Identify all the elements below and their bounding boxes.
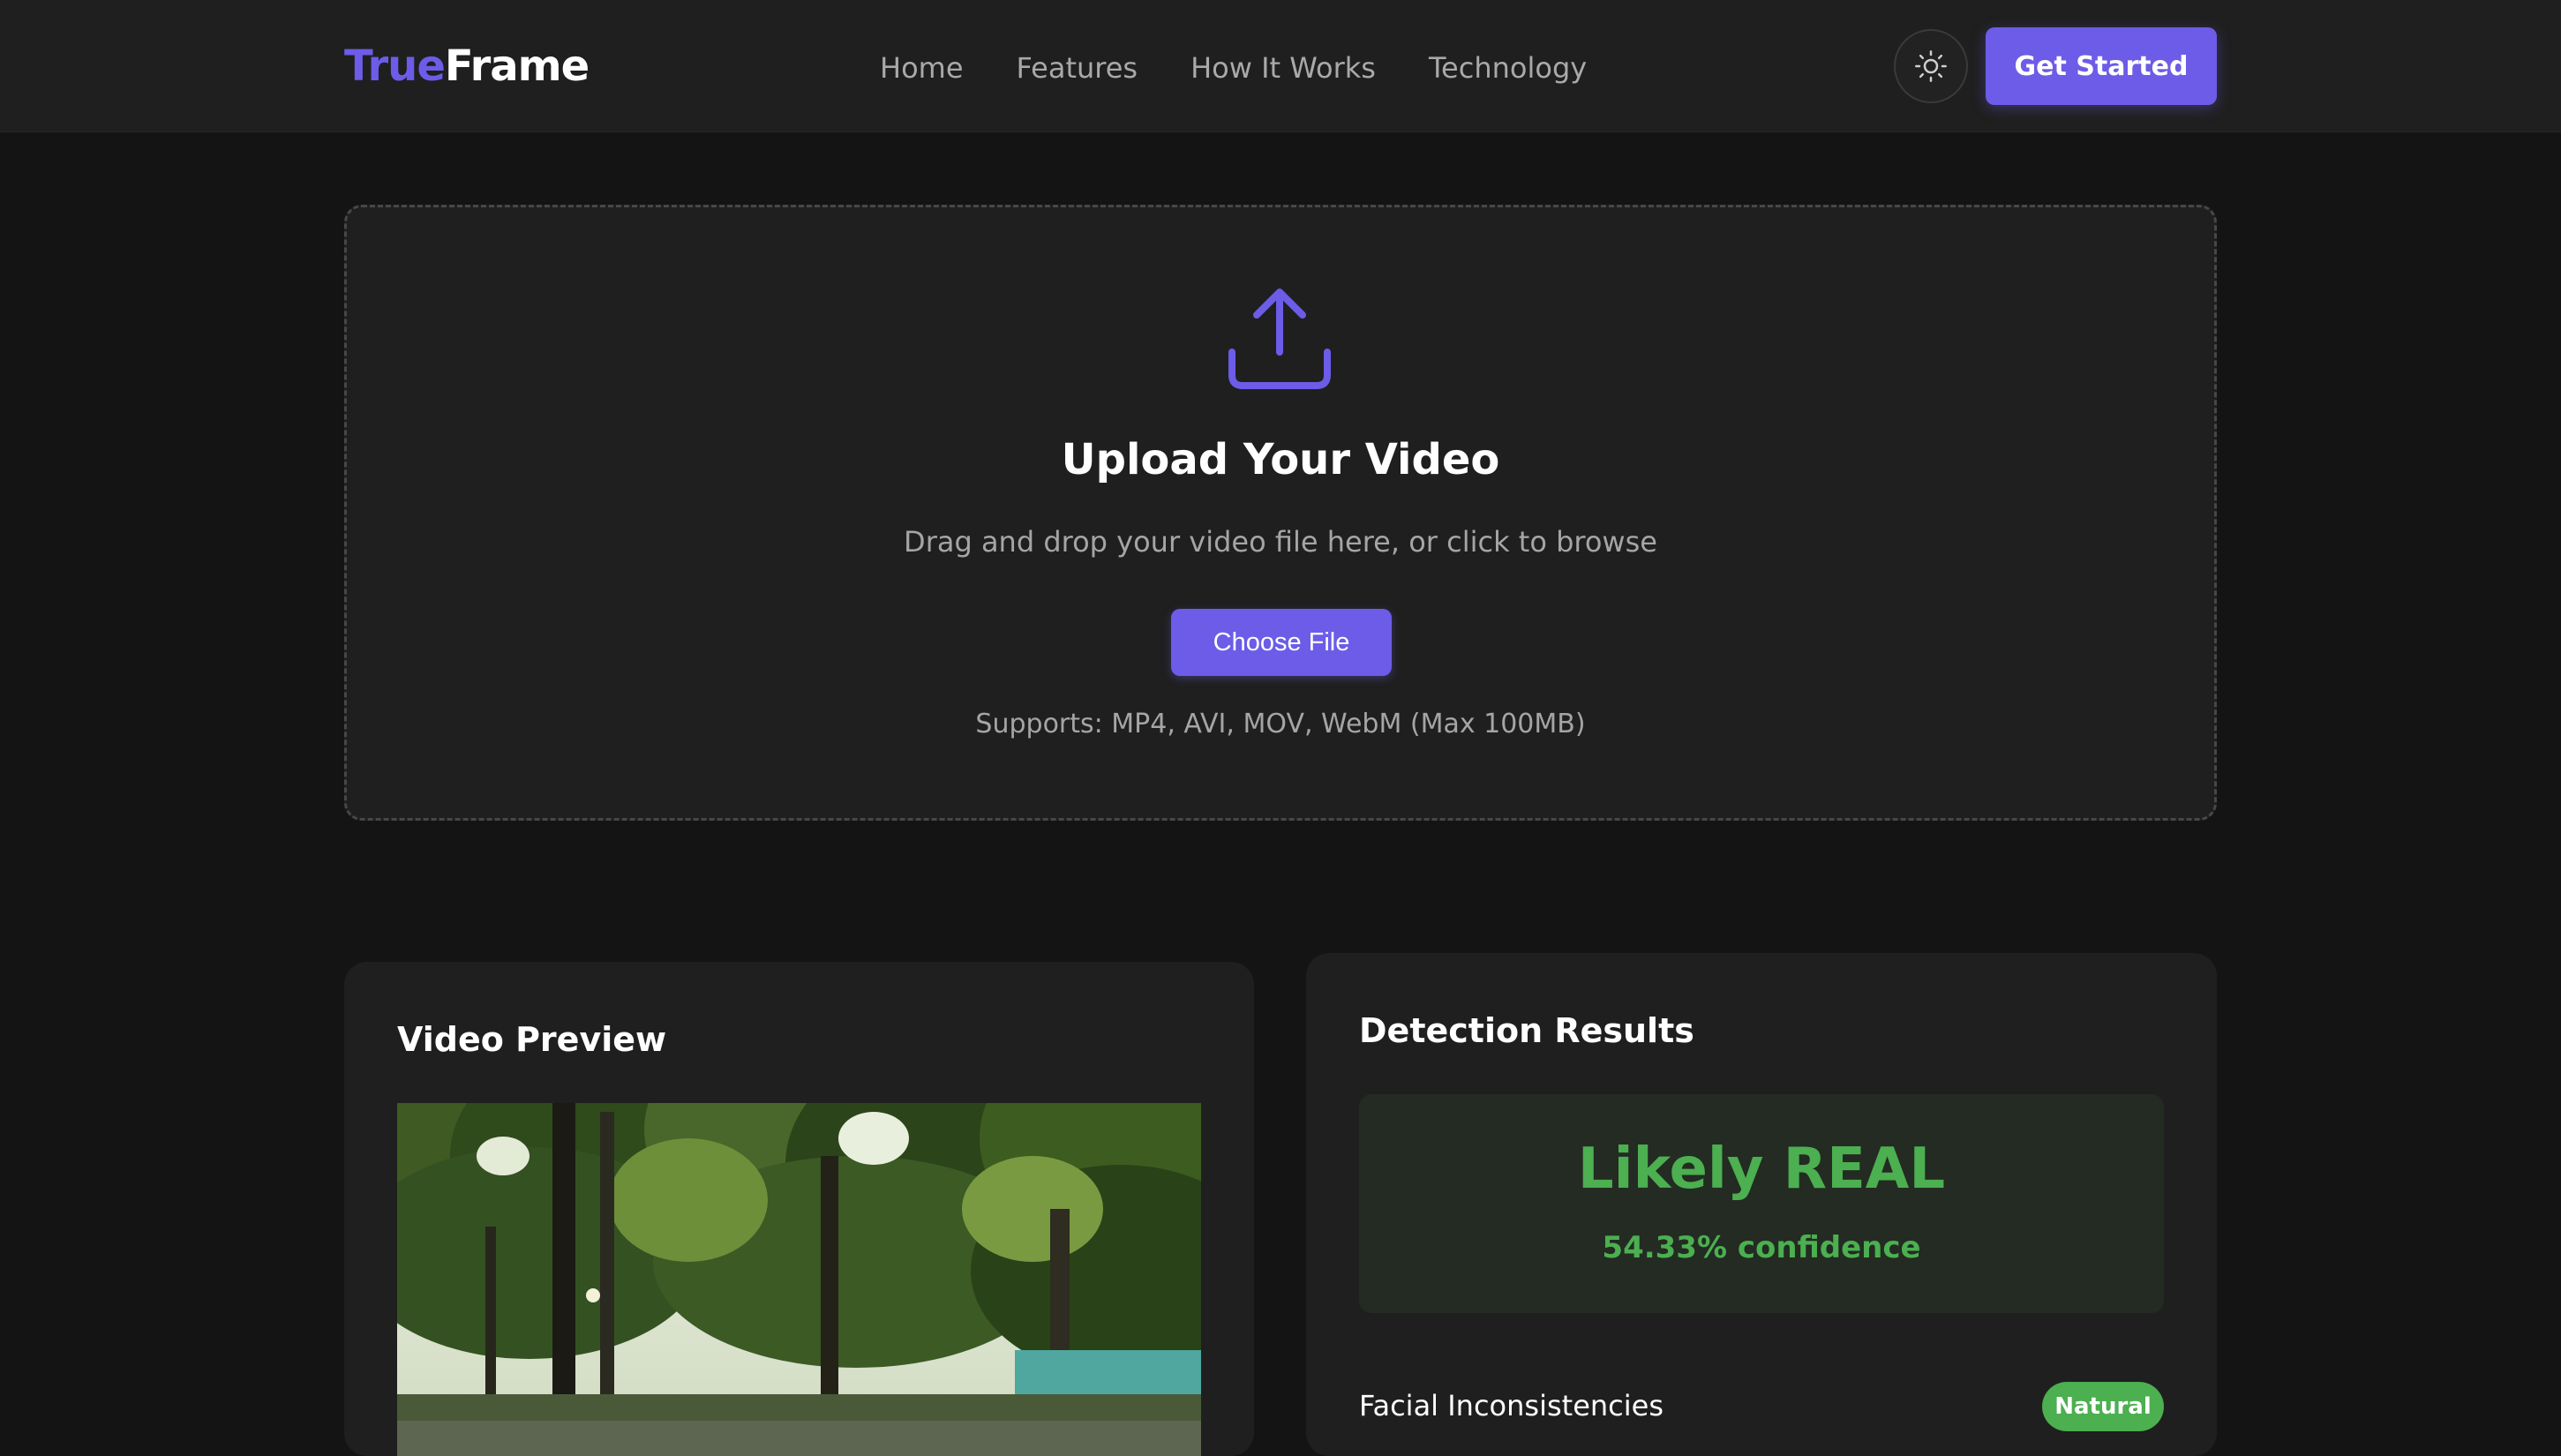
verdict-panel: Likely REAL 54.33% confidence bbox=[1359, 1094, 2164, 1313]
sun-icon bbox=[1915, 50, 1947, 82]
verdict-label: Likely REAL bbox=[1577, 1137, 1946, 1202]
confidence-value: 54.33% confidence bbox=[1602, 1230, 1921, 1265]
nav-link-features[interactable]: Features bbox=[1017, 51, 1138, 85]
nav-link-technology[interactable]: Technology bbox=[1429, 51, 1587, 85]
supported-formats-note: Supports: MP4, AVI, MOV, WebM (Max 100MB… bbox=[975, 709, 1586, 739]
nav-link-home[interactable]: Home bbox=[880, 51, 964, 85]
top-navbar: TrueFrame Home Features How It Works Tec… bbox=[0, 0, 2561, 132]
metric-label: Facial Inconsistencies bbox=[1359, 1389, 1664, 1422]
nav-link-how-it-works[interactable]: How It Works bbox=[1190, 51, 1376, 85]
detection-results-card: Detection Results Likely REAL 54.33% con… bbox=[1306, 953, 2217, 1456]
upload-dropzone[interactable]: Upload Your Video Drag and drop your vid… bbox=[344, 205, 2217, 821]
upload-subtitle: Drag and drop your video file here, or c… bbox=[904, 525, 1657, 559]
brand-logo-accent: True bbox=[344, 41, 446, 91]
get-started-button[interactable]: Get Started bbox=[1986, 27, 2217, 105]
detection-results-title: Detection Results bbox=[1359, 1011, 1694, 1050]
main-nav: Home Features How It Works Technology bbox=[880, 46, 1587, 90]
upload-title: Upload Your Video bbox=[1061, 435, 1500, 484]
brand-logo[interactable]: TrueFrame bbox=[344, 39, 590, 94]
video-preview-title: Video Preview bbox=[397, 1020, 667, 1059]
choose-file-button[interactable]: Choose File bbox=[1171, 609, 1392, 676]
theme-toggle-button[interactable] bbox=[1894, 29, 1968, 103]
video-thumbnail-image bbox=[397, 1103, 1201, 1456]
status-badge: Natural bbox=[2042, 1382, 2164, 1431]
brand-logo-rest: Frame bbox=[444, 41, 590, 91]
upload-icon bbox=[1228, 289, 1331, 389]
video-player[interactable] bbox=[397, 1103, 1201, 1456]
video-preview-card: Video Preview bbox=[344, 962, 1254, 1456]
metric-row: Facial Inconsistencies Natural bbox=[1359, 1382, 2164, 1435]
